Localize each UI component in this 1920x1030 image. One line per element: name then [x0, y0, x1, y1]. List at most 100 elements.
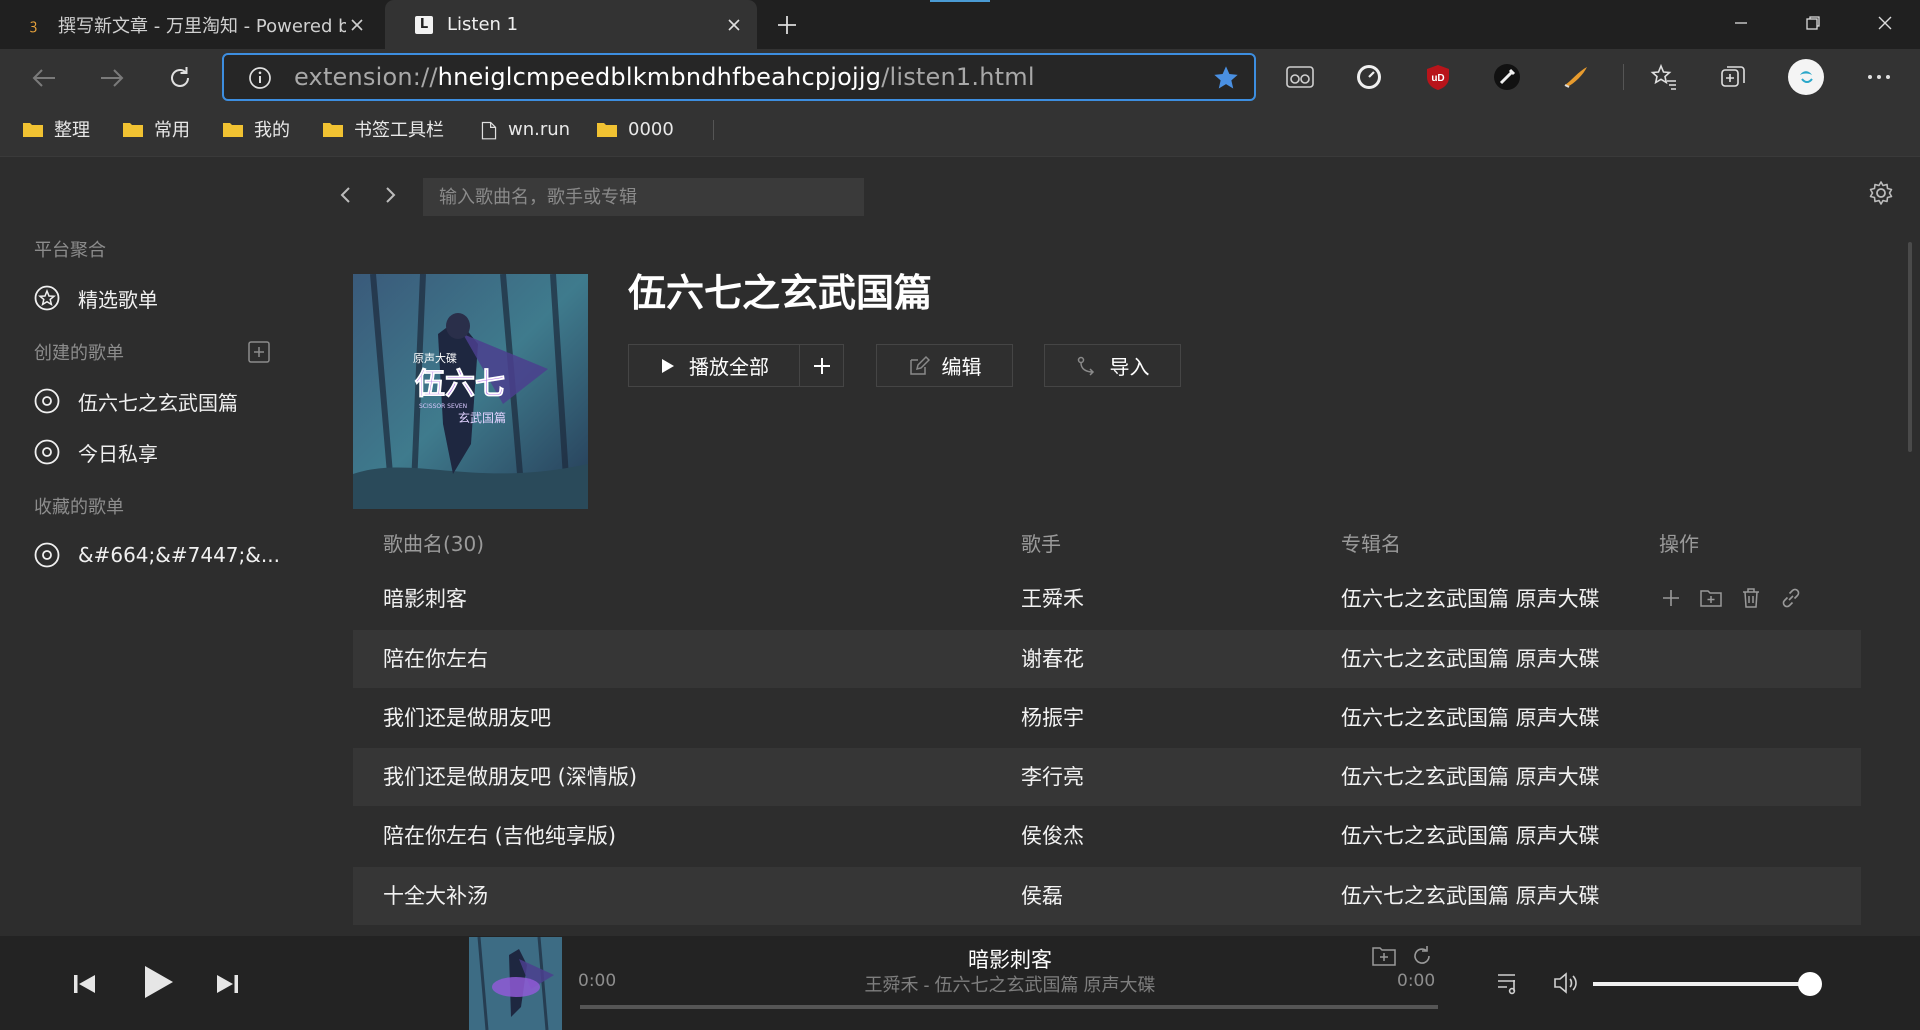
- add-all-to-queue-button[interactable]: [799, 344, 844, 387]
- sidebar-item-featured[interactable]: 精选歌单: [34, 280, 158, 316]
- volume-button[interactable]: [1552, 970, 1580, 996]
- trash-icon[interactable]: [1739, 586, 1763, 610]
- table-row[interactable]: 我们还是做朋友吧 (深情版) 李行亮 伍六七之玄武国篇 原声大碟: [353, 748, 1861, 806]
- table-row[interactable]: 陪在你左右 (吉他纯享版) 侯俊杰 伍六七之玄武国篇 原声大碟: [353, 807, 1861, 865]
- song-album[interactable]: 伍六七之玄武国篇 原声大碟: [1341, 630, 1600, 688]
- table-row[interactable]: 十全大补汤 侯磊 伍六七之玄武国篇 原声大碟: [353, 867, 1861, 925]
- volume-slider-handle[interactable]: [1797, 972, 1822, 996]
- sidebar-item-playlist-2[interactable]: 今日私享: [34, 434, 158, 470]
- cover-text-title: 伍六七: [415, 367, 505, 402]
- row-operations: [1659, 586, 1803, 610]
- sidebar-item-favorite-1[interactable]: &#664;&#7447;&...: [34, 537, 280, 573]
- reload-button[interactable]: [158, 56, 202, 100]
- playlist-queue-button[interactable]: [1495, 970, 1523, 996]
- folder-icon: [323, 123, 343, 137]
- star-filled-icon[interactable]: [1212, 64, 1240, 92]
- play-pause-button[interactable]: [136, 960, 180, 1004]
- close-window-button[interactable]: [1850, 0, 1920, 45]
- add-to-playlist-icon[interactable]: [1699, 586, 1723, 610]
- history-back-button[interactable]: [334, 180, 358, 210]
- bookmark-folder-toolbar[interactable]: 书签工具栏: [322, 114, 444, 144]
- song-search-input[interactable]: [423, 178, 864, 216]
- folder-icon: [23, 123, 43, 137]
- settings-button[interactable]: [1868, 180, 1898, 210]
- translate-extension-button[interactable]: [1559, 60, 1593, 94]
- tab-wordpress[interactable]: ꝫ 撰写新文章 - 万里淘知 - Powered by: [0, 0, 380, 49]
- song-artist[interactable]: 李行亮: [1021, 748, 1084, 806]
- favorites-heading: 收藏的歌单: [34, 497, 124, 518]
- header-album[interactable]: 专辑名: [1341, 528, 1401, 557]
- restore-button[interactable]: [1778, 0, 1848, 45]
- disc-icon: [34, 439, 60, 465]
- song-artist[interactable]: 杨振宇: [1021, 689, 1084, 747]
- add-current-to-playlist-button[interactable]: [1371, 944, 1397, 968]
- create-playlist-button[interactable]: [247, 340, 271, 364]
- song-artist[interactable]: 王舜禾: [1021, 570, 1084, 628]
- reader-mode-button[interactable]: [1283, 60, 1317, 94]
- header-song[interactable]: 歌曲名(30): [383, 528, 484, 557]
- song-title[interactable]: 我们还是做朋友吧 (深情版): [383, 748, 637, 806]
- close-tab-icon[interactable]: [346, 14, 368, 36]
- add-to-queue-icon[interactable]: [1659, 586, 1683, 610]
- bookmark-folder-zhengli[interactable]: 整理: [22, 114, 90, 144]
- history-forward-button[interactable]: [378, 180, 402, 210]
- close-tab-icon[interactable]: [723, 14, 745, 36]
- table-row[interactable]: 陪在你左右 谢春花 伍六七之玄武国篇 原声大碟: [353, 630, 1861, 688]
- collections-button[interactable]: [1716, 60, 1750, 94]
- bookmark-wnrun[interactable]: wn.run: [480, 114, 570, 144]
- play-all-button[interactable]: 播放全部: [628, 344, 800, 387]
- song-artist[interactable]: 侯俊杰: [1021, 807, 1084, 865]
- repeat-mode-button[interactable]: [1409, 944, 1435, 968]
- playback-progress-bar[interactable]: [580, 1005, 1438, 1009]
- cover-text-english: SCISSOR SEVEN: [419, 403, 467, 410]
- header-artist[interactable]: 歌手: [1021, 528, 1061, 557]
- song-artist[interactable]: 侯磊: [1021, 867, 1063, 925]
- info-icon[interactable]: [248, 66, 272, 90]
- speed-extension-button[interactable]: [1352, 60, 1386, 94]
- chevron-right-icon: [386, 187, 396, 203]
- song-album[interactable]: 伍六七之玄武国篇 原声大碟: [1341, 689, 1600, 747]
- address-bar[interactable]: extension://hneiglcmpeedblkmbndhfbeahcpj…: [222, 53, 1256, 101]
- song-album[interactable]: 伍六七之玄武国篇 原声大碟: [1341, 867, 1600, 925]
- song-artist[interactable]: 谢春花: [1021, 630, 1084, 688]
- restore-icon: [1806, 15, 1820, 30]
- bookmark-folder-wode[interactable]: 我的: [222, 114, 290, 144]
- profile-avatar[interactable]: [1786, 57, 1826, 97]
- favorites-button[interactable]: [1647, 60, 1681, 94]
- skip-previous-icon: [74, 975, 95, 993]
- previous-track-button[interactable]: [66, 966, 102, 1002]
- song-title[interactable]: 我们还是做朋友吧: [383, 689, 551, 747]
- tab-listen1[interactable]: L Listen 1: [385, 0, 757, 49]
- sidebar-item-playlist-1[interactable]: 伍六七之玄武国篇: [34, 383, 238, 419]
- forward-button[interactable]: [90, 56, 134, 100]
- song-title[interactable]: 十全大补汤: [383, 867, 488, 925]
- volume-slider[interactable]: [1593, 982, 1821, 986]
- table-row[interactable]: 我们还是做朋友吧 杨振宇 伍六七之玄武国篇 原声大碟: [353, 689, 1861, 747]
- song-title[interactable]: 陪在你左右 (吉他纯享版): [383, 807, 616, 865]
- song-title[interactable]: 陪在你左右: [383, 630, 488, 688]
- url-text[interactable]: extension://hneiglcmpeedblkmbndhfbeahcpj…: [294, 55, 1035, 99]
- link-icon[interactable]: [1779, 586, 1803, 610]
- edit-playlist-button[interactable]: 编辑: [876, 344, 1013, 387]
- tools-extension-button[interactable]: [1490, 60, 1524, 94]
- skip-next-icon: [217, 975, 238, 993]
- page-icon: [481, 121, 497, 140]
- song-title[interactable]: 暗影刺客: [383, 570, 467, 628]
- import-icon: [1077, 356, 1094, 376]
- ublock-extension-button[interactable]: uD: [1421, 60, 1455, 94]
- minimize-button[interactable]: [1706, 0, 1776, 45]
- song-album[interactable]: 伍六七之玄武国篇 原声大碟: [1341, 807, 1600, 865]
- import-playlist-button[interactable]: 导入: [1044, 344, 1181, 387]
- song-table-header: 歌曲名(30) 歌手 专辑名 操作: [353, 528, 1861, 568]
- back-button[interactable]: [22, 56, 66, 100]
- bookmark-folder-changyong[interactable]: 常用: [122, 114, 190, 144]
- settings-more-button[interactable]: [1862, 60, 1896, 94]
- table-row[interactable]: 暗影刺客 王舜禾 伍六七之玄武国篇 原声大碟: [353, 570, 1861, 628]
- now-playing-cover[interactable]: [469, 937, 562, 1030]
- new-tab-button[interactable]: [768, 10, 806, 40]
- next-track-button[interactable]: [210, 966, 246, 1002]
- song-album[interactable]: 伍六七之玄武国篇 原声大碟: [1341, 748, 1600, 806]
- song-album[interactable]: 伍六七之玄武国篇 原声大碟: [1341, 570, 1600, 628]
- content-scrollbar[interactable]: [1908, 242, 1912, 452]
- bookmark-folder-0000[interactable]: 0000: [596, 114, 674, 144]
